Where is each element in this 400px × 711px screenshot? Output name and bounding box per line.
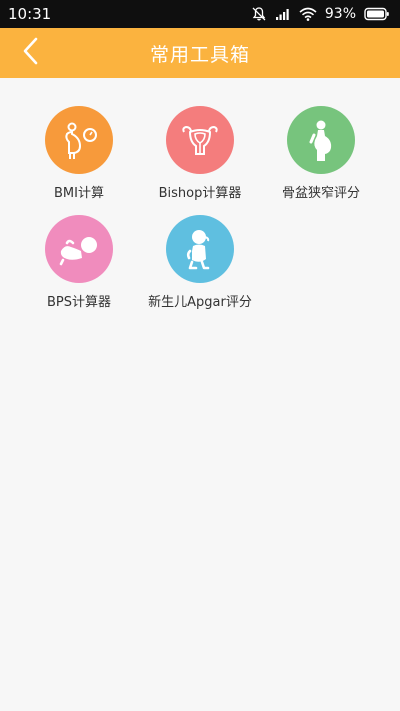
bell-muted-icon — [251, 6, 267, 22]
tool-label: Bishop计算器 — [158, 186, 242, 201]
battery-percent: 93% — [324, 6, 356, 22]
status-icons: 93% — [251, 6, 390, 22]
fetus-icon — [45, 215, 113, 283]
tool-bps-calculator[interactable]: BPS计算器 — [19, 215, 139, 310]
wifi-icon — [299, 7, 317, 21]
signal-icon — [275, 7, 291, 21]
pregnant-silhouette-icon — [287, 106, 355, 174]
tool-label: 骨盆狭窄评分 — [281, 186, 360, 201]
back-button[interactable] — [14, 37, 48, 69]
status-time: 10:31 — [8, 5, 52, 23]
app-bar: 常用工具箱 — [0, 28, 400, 78]
tool-label: 新生儿Apgar评分 — [148, 295, 252, 310]
tool-label: BPS计算器 — [46, 295, 111, 310]
tool-bmi-calculator[interactable]: BMI计算 — [19, 106, 139, 201]
tool-newborn-apgar-score[interactable]: 新生儿Apgar评分 — [140, 215, 260, 310]
battery-icon — [364, 7, 390, 21]
tool-bishop-calculator[interactable]: Bishop计算器 — [140, 106, 260, 201]
baby-icon — [166, 215, 234, 283]
pregnant-scale-icon — [45, 106, 113, 174]
uterus-icon — [166, 106, 234, 174]
page-title: 常用工具箱 — [149, 43, 250, 66]
tool-pelvic-stenosis-score[interactable]: 骨盆狭窄评分 — [261, 106, 381, 201]
status-bar: 10:31 93% — [0, 0, 400, 28]
tool-label: BMI计算 — [54, 186, 104, 201]
tool-grid: BMI计算 Bishop计算器 骨盆狭窄评分 BPS计算器 新生儿Apgar评分 — [0, 78, 400, 310]
chevron-left-icon — [21, 37, 41, 69]
